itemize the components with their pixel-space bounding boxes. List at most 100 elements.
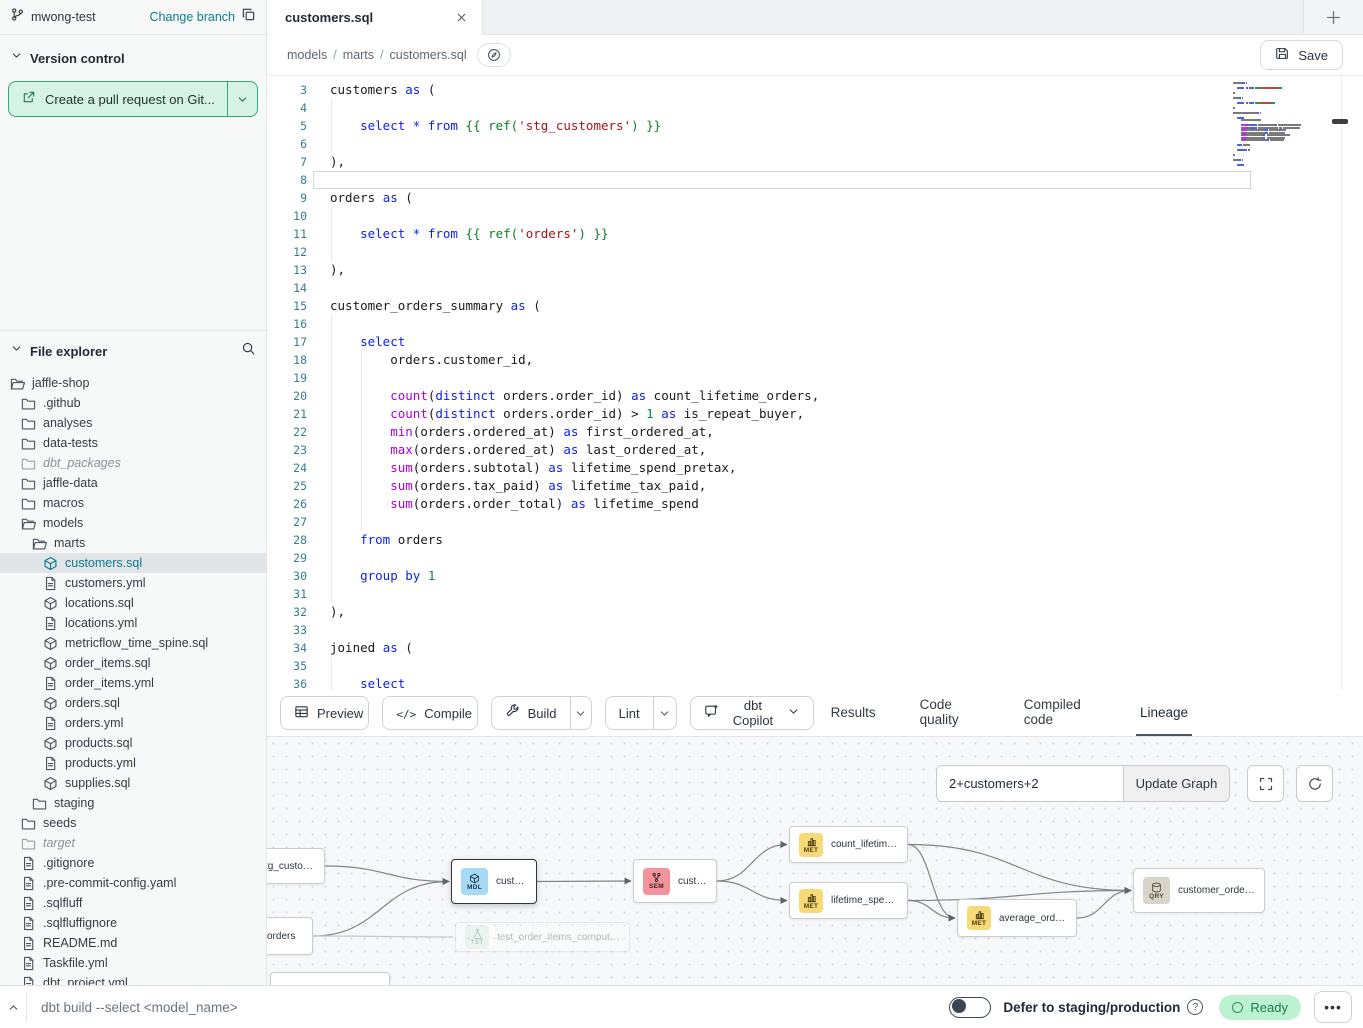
code-line-35[interactable]: 35 — [267, 657, 1253, 675]
chevron-down-icon[interactable] — [10, 342, 23, 360]
code-line-30[interactable]: 30 group by 1 — [267, 567, 1253, 585]
code-line-12[interactable]: 12 — [267, 243, 1253, 261]
code-line-26[interactable]: 26 sum(orders.order_total) as lifetime_s… — [267, 495, 1253, 513]
minimap[interactable] — [1233, 79, 1313, 167]
change-branch-link[interactable]: Change branch — [150, 10, 235, 24]
panel-tab-compiled-code[interactable]: Compiled code — [1020, 690, 1100, 736]
breadcrumb-marts[interactable]: marts — [343, 48, 374, 62]
tree-item-dbt_packages[interactable]: dbt_packages — [0, 453, 266, 473]
code-line-4[interactable]: 4 — [267, 99, 1253, 117]
tree-item-macros[interactable]: macros — [0, 493, 266, 513]
create-pr-dropdown[interactable] — [227, 82, 257, 116]
code-line-28[interactable]: 28 from orders — [267, 531, 1253, 549]
tab-customers-sql[interactable]: customers.sql — [267, 0, 483, 35]
lineage-node-count_lifetime_orders[interactable]: METcount_lifetime_orders — [789, 826, 908, 863]
code-line-27[interactable]: 27 — [267, 513, 1253, 531]
lint-dropdown[interactable] — [653, 697, 677, 729]
lineage-node-stg_customers[interactable]: MDLstg_customers — [267, 848, 325, 884]
lineage-node-test_order_items[interactable]: TSTtest_order_items_compute_to_bools... — [455, 922, 630, 952]
lineage-node-customers_sem[interactable]: SEMcustomers — [633, 859, 717, 903]
code-line-20[interactable]: 20 count(distinct orders.order_id) as co… — [267, 387, 1253, 405]
tree-item-dbt_project.yml[interactable]: dbt_project.yml — [0, 973, 266, 985]
code-line-13[interactable]: 13), — [267, 261, 1253, 279]
version-control-header[interactable]: Version control — [0, 35, 266, 75]
compile-button[interactable]: </>Compile — [382, 696, 477, 730]
tree-item-orders.yml[interactable]: orders.yml — [0, 713, 266, 733]
lineage-node-lifetime_spend_pretax[interactable]: METlifetime_spend_pretax — [789, 882, 908, 919]
panel-tab-results[interactable]: Results — [827, 690, 880, 736]
tree-item-.pre-commit-config.yaml[interactable]: .pre-commit-config.yaml — [0, 873, 266, 893]
build-dropdown[interactable] — [570, 697, 591, 729]
tree-item-target[interactable]: target — [0, 833, 266, 853]
save-button[interactable]: Save — [1260, 40, 1343, 70]
tree-item-orders.sql[interactable]: orders.sql — [0, 693, 266, 713]
copy-icon[interactable] — [241, 7, 256, 27]
expand-command-icon[interactable] — [0, 1001, 26, 1014]
tree-item-staging[interactable]: staging — [0, 793, 266, 813]
panel-tab-code-quality[interactable]: Code quality — [916, 690, 984, 736]
help-icon[interactable]: ? — [1187, 999, 1203, 1015]
code-line-24[interactable]: 24 sum(orders.subtotal) as lifetime_spen… — [267, 459, 1253, 477]
code-line-34[interactable]: 34joined as ( — [267, 639, 1253, 657]
lineage-node-customers[interactable]: MDLcustomers — [451, 859, 537, 904]
tree-item-.sqlfluff[interactable]: .sqlfluff — [0, 893, 266, 913]
code-line-18[interactable]: 18 orders.customer_id, — [267, 351, 1253, 369]
breadcrumb-models[interactable]: models — [287, 48, 327, 62]
lineage-node-customer_order_metrics[interactable]: QRYcustomer_order_metrics — [1133, 868, 1265, 913]
lineage-selector-input[interactable] — [937, 766, 1123, 801]
code-line-17[interactable]: 17 select — [267, 333, 1253, 351]
code-line-14[interactable]: 14 — [267, 279, 1253, 297]
tree-item-.github[interactable]: .github — [0, 393, 266, 413]
code-line-7[interactable]: 7), — [267, 153, 1253, 171]
code-line-6[interactable]: 6 — [267, 135, 1253, 153]
create-pr-button[interactable]: Create a pull request on Git... — [8, 81, 258, 117]
code-line-5[interactable]: 5 select * from {{ ref('stg_customers') … — [267, 117, 1253, 135]
code-line-23[interactable]: 23 max(orders.ordered_at) as last_ordere… — [267, 441, 1253, 459]
tree-item-.sqlfluffignore[interactable]: .sqlfluffignore — [0, 913, 266, 933]
code-line-9[interactable]: 9orders as ( — [267, 189, 1253, 207]
code-line-29[interactable]: 29 — [267, 549, 1253, 567]
lineage-node-orders[interactable]: MDLorders — [267, 917, 313, 955]
tree-item-README.md[interactable]: README.md — [0, 933, 266, 953]
lint-button[interactable]: Lint — [605, 696, 678, 730]
lineage-panel[interactable]: MDLstg_customers MDLorders MDLcustomers TST… — [267, 737, 1363, 985]
code-line-19[interactable]: 19 — [267, 369, 1253, 387]
tree-item-data-tests[interactable]: data-tests — [0, 433, 266, 453]
code-line-15[interactable]: 15customer_orders_summary as ( — [267, 297, 1253, 315]
tree-item-Taskfile.yml[interactable]: Taskfile.yml — [0, 953, 266, 973]
tree-item-products.sql[interactable]: products.sql — [0, 733, 266, 753]
tree-item-jaffle-shop[interactable]: jaffle-shop — [0, 373, 266, 393]
tree-item-models[interactable]: models — [0, 513, 266, 533]
code-line-21[interactable]: 21 count(distinct orders.order_id) > 1 a… — [267, 405, 1253, 423]
tree-item-customers.yml[interactable]: customers.yml — [0, 573, 266, 593]
command-input[interactable] — [27, 1000, 949, 1015]
code-line-31[interactable]: 31 — [267, 585, 1253, 603]
tree-item-seeds[interactable]: seeds — [0, 813, 266, 833]
tree-item-order_items.yml[interactable]: order_items.yml — [0, 673, 266, 693]
tree-item-marts[interactable]: marts — [0, 533, 266, 553]
tree-item-locations.sql[interactable]: locations.sql — [0, 593, 266, 613]
editor-scrollbar[interactable] — [1341, 76, 1349, 690]
build-button[interactable]: Build — [491, 696, 592, 730]
refresh-icon[interactable] — [1296, 765, 1333, 802]
copilot-button[interactable]: dbt Copilot — [690, 696, 813, 730]
close-icon[interactable] — [455, 11, 468, 24]
code-line-8[interactable]: 8 — [267, 171, 1253, 189]
scrollbar-thumb[interactable] — [1332, 119, 1348, 124]
new-tab-button[interactable] — [1303, 0, 1363, 34]
code-line-32[interactable]: 32), — [267, 603, 1253, 621]
fullscreen-icon[interactable] — [1247, 765, 1284, 802]
tree-item-jaffle-data[interactable]: jaffle-data — [0, 473, 266, 493]
search-icon[interactable] — [241, 341, 256, 361]
lineage-node-average_order_value[interactable]: METaverage_order_value — [957, 899, 1077, 937]
code-line-36[interactable]: 36 select — [267, 675, 1253, 690]
tree-item-products.yml[interactable]: products.yml — [0, 753, 266, 773]
tree-item-analyses[interactable]: analyses — [0, 413, 266, 433]
code-line-11[interactable]: 11 select * from {{ ref('orders') }} — [267, 225, 1253, 243]
breadcrumb-customers.sql[interactable]: customers.sql — [390, 48, 467, 62]
code-line-25[interactable]: 25 sum(orders.tax_paid) as lifetime_tax_… — [267, 477, 1253, 495]
panel-tab-lineage[interactable]: Lineage — [1136, 690, 1192, 736]
code-line-3[interactable]: 3customers as ( — [267, 81, 1253, 99]
lineage-node-partial_node[interactable] — [270, 972, 390, 985]
tree-item-order_items.sql[interactable]: order_items.sql — [0, 653, 266, 673]
